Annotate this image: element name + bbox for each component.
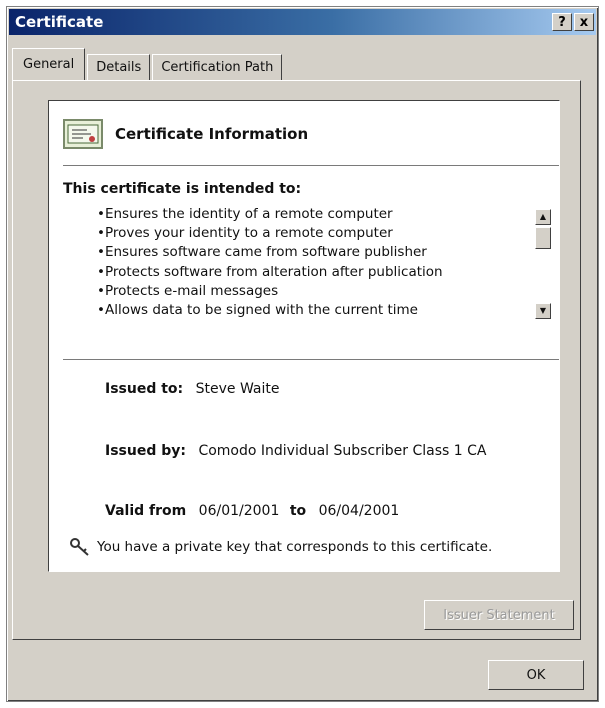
purpose-item: Ensures software came from software publ…: [97, 243, 525, 262]
ok-button[interactable]: OK: [488, 660, 584, 690]
issued-to-label: Issued to:: [105, 381, 184, 397]
purpose-item: Protects e-mail messages: [97, 282, 525, 301]
valid-from-value: 06/01/2001: [198, 503, 280, 519]
private-key-row: You have a private key that corresponds …: [69, 537, 492, 557]
issued-to-row: Issued to: Steve Waite: [105, 381, 279, 397]
certificate-info-heading: Certificate Information: [115, 125, 309, 143]
valid-to-value: 06/04/2001: [318, 503, 400, 519]
issuer-statement-button[interactable]: Issuer Statement: [424, 600, 574, 630]
window-title: Certificate: [15, 13, 104, 31]
issued-by-label: Issued by:: [105, 443, 186, 459]
divider: [63, 359, 559, 363]
cert-header: Certificate Information: [63, 119, 308, 149]
key-icon: [70, 538, 89, 556]
purpose-item: Allows data to be signed with the curren…: [97, 301, 525, 320]
intended-purposes-label: This certificate is intended to:: [63, 181, 302, 197]
issued-by-value: Comodo Individual Subscriber Class 1 CA: [198, 443, 487, 459]
issued-to-value: Steve Waite: [195, 381, 280, 397]
issued-by-row: Issued by: Comodo Individual Subscriber …: [105, 443, 487, 459]
certificate-icon: [63, 119, 103, 149]
tab-details[interactable]: Details: [87, 54, 151, 80]
purpose-item: Ensures the identity of a remote compute…: [97, 205, 525, 224]
tab-general[interactable]: General: [12, 48, 86, 80]
purpose-item: Proves your identity to a remote compute…: [97, 224, 525, 243]
scroll-up-arrow-icon[interactable]: ▲: [535, 209, 551, 225]
validity-row: Valid from 06/01/2001 to 06/04/2001: [105, 503, 399, 519]
certificate-info-panel: Certificate Information This certificate…: [48, 100, 560, 572]
purposes-list: Ensures the identity of a remote compute…: [97, 205, 525, 320]
purpose-item: Protects software from alteration after …: [97, 263, 525, 282]
divider: [63, 165, 559, 169]
private-key-note: You have a private key that corresponds …: [97, 539, 493, 555]
title-bar[interactable]: Certificate ? x: [9, 9, 596, 35]
purposes-scrollbar[interactable]: ▲ ▼: [535, 209, 551, 319]
tab-strip: General Details Certification Path: [12, 44, 284, 80]
valid-to-label: to: [289, 503, 307, 519]
tab-certification-path[interactable]: Certification Path: [152, 54, 283, 80]
valid-from-label: Valid from: [105, 503, 187, 519]
scroll-down-arrow-icon[interactable]: ▼: [535, 303, 551, 319]
help-button[interactable]: ?: [552, 13, 572, 31]
scroll-thumb[interactable]: [535, 227, 551, 249]
close-button[interactable]: x: [574, 13, 594, 31]
